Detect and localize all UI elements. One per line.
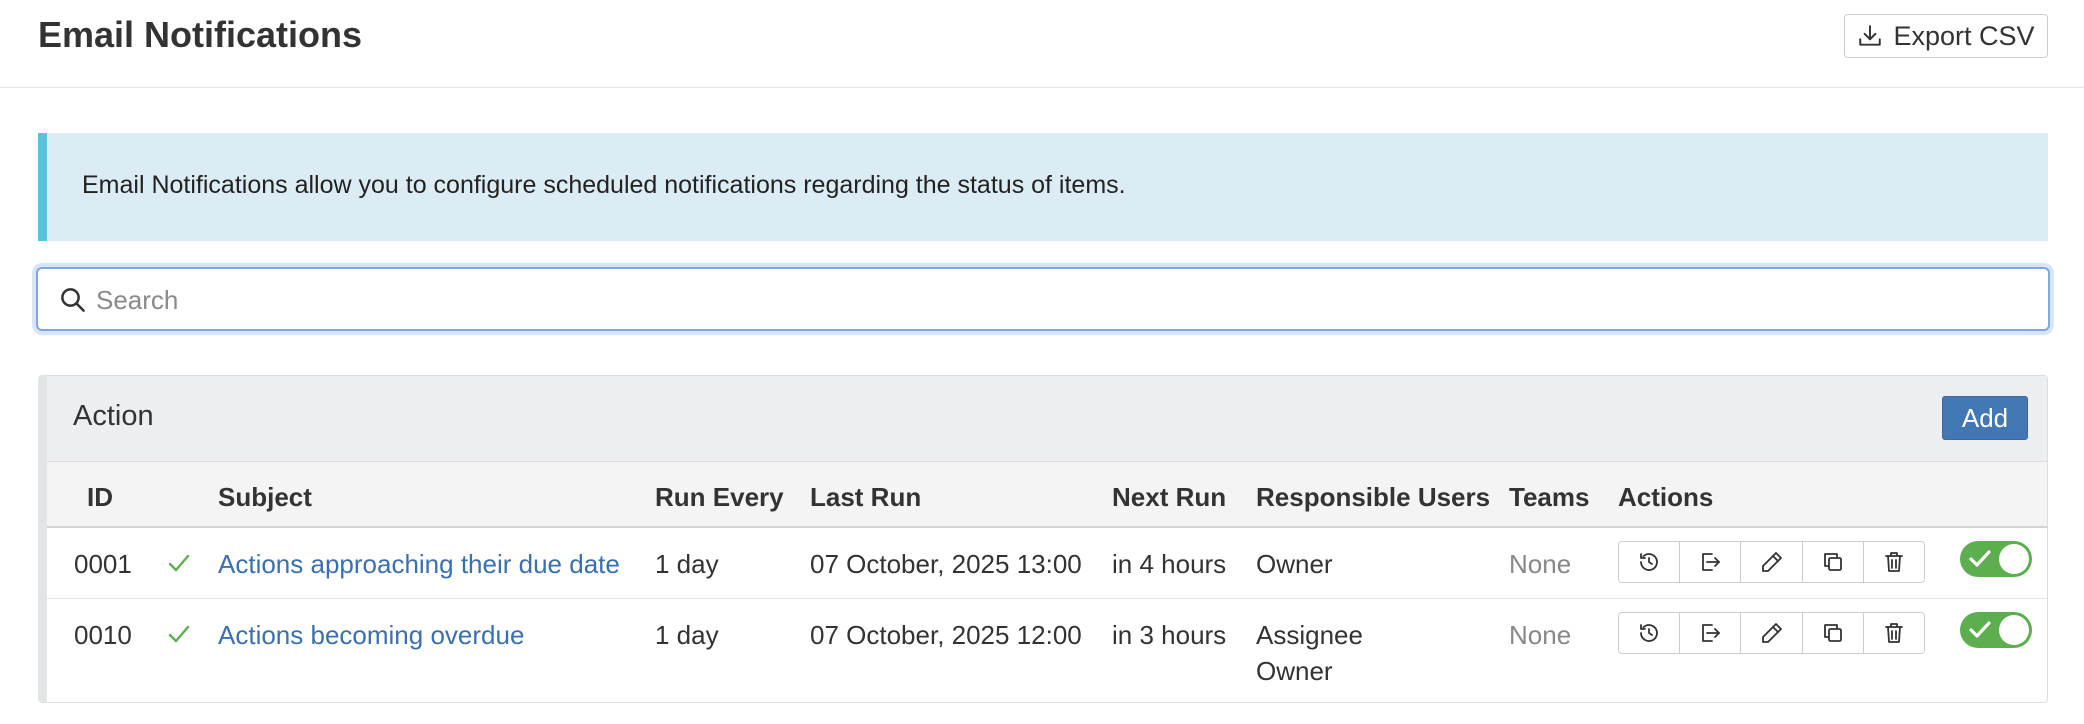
- add-button[interactable]: Add: [1942, 396, 2028, 440]
- trash-icon: [1885, 552, 1903, 572]
- column-header-subject: Subject: [218, 482, 312, 512]
- row-responsible-user: Owner: [1256, 549, 1333, 579]
- history-button[interactable]: [1619, 613, 1681, 653]
- toggle-knob: [1999, 615, 2029, 645]
- export-row-button[interactable]: [1680, 613, 1742, 653]
- duplicate-button[interactable]: [1802, 613, 1864, 653]
- enabled-toggle[interactable]: [1960, 541, 2032, 577]
- export-csv-label: Export CSV: [1893, 20, 2035, 51]
- row-actions-group: [1618, 541, 1925, 583]
- check-icon: [168, 625, 190, 643]
- pencil-icon: [1761, 623, 1782, 643]
- toggle-knob: [1999, 544, 2029, 574]
- table-header: ID Subject Run Every Last Run Next Run R…: [47, 462, 2047, 528]
- action-panel: Action Add ID Subject Run Every Last Run…: [38, 375, 2048, 703]
- column-header-actions: Actions: [1618, 482, 1714, 512]
- search-icon: [61, 288, 85, 312]
- row-id: 0001: [74, 549, 132, 579]
- export-row-button[interactable]: [1680, 542, 1742, 582]
- duplicate-button[interactable]: [1802, 542, 1864, 582]
- delete-button[interactable]: [1863, 542, 1924, 582]
- panel-title: Action: [73, 400, 154, 432]
- page-header: Email Notifications Export CSV: [0, 0, 2084, 88]
- row-id: 0010: [74, 620, 132, 650]
- row-last-run: 07 October, 2025 12:00: [810, 620, 1082, 650]
- check-icon: [1969, 621, 1991, 638]
- copy-icon: [1823, 553, 1842, 571]
- row-run-every: 1 day: [655, 549, 719, 579]
- row-last-run: 07 October, 2025 13:00: [810, 549, 1082, 579]
- row-subject-link[interactable]: Actions becoming overdue: [218, 617, 524, 653]
- info-alert-text: Email Notifications allow you to configu…: [82, 171, 1126, 199]
- history-icon: [1640, 553, 1658, 571]
- edit-button[interactable]: [1741, 542, 1803, 582]
- row-teams: None: [1509, 620, 1572, 650]
- enabled-toggle[interactable]: [1960, 612, 2032, 648]
- search-input[interactable]: [94, 279, 2028, 321]
- table-row: 0001 Actions approaching their due date …: [47, 528, 2047, 599]
- column-header-run-every: Run Every: [655, 482, 784, 512]
- row-next-run: in 3 hours: [1112, 620, 1227, 650]
- history-button[interactable]: [1619, 542, 1681, 582]
- info-alert: Email Notifications allow you to configu…: [38, 133, 2048, 241]
- log-out-icon: [1702, 624, 1721, 642]
- check-icon: [168, 554, 190, 572]
- row-actions-group: [1618, 612, 1925, 654]
- page-title: Email Notifications: [38, 14, 363, 55]
- row-run-every: 1 day: [655, 620, 719, 650]
- column-header-id: ID: [87, 482, 113, 512]
- edit-button[interactable]: [1741, 613, 1803, 653]
- row-teams: None: [1509, 549, 1572, 579]
- pencil-icon: [1761, 552, 1782, 572]
- delete-button[interactable]: [1863, 613, 1924, 653]
- copy-icon: [1823, 624, 1842, 642]
- column-header-last-run: Last Run: [810, 482, 922, 512]
- row-next-run: in 4 hours: [1112, 549, 1227, 579]
- panel-heading: Action Add: [47, 376, 2047, 462]
- column-header-teams: Teams: [1509, 482, 1590, 512]
- column-header-next-run: Next Run: [1112, 482, 1227, 512]
- trash-icon: [1885, 623, 1903, 643]
- column-header-responsible-users: Responsible Users: [1256, 482, 1491, 512]
- row-responsible-user: Assignee: [1256, 620, 1363, 650]
- search-box: [36, 267, 2050, 331]
- row-subject-link[interactable]: Actions approaching their due date: [218, 546, 620, 582]
- download-icon: [1859, 25, 1882, 46]
- export-csv-button[interactable]: Export CSV: [1844, 14, 2048, 58]
- table-row: 0010 Actions becoming overdue 1 day 07 O…: [47, 599, 2047, 703]
- check-icon: [1969, 550, 1991, 567]
- log-out-icon: [1702, 553, 1721, 571]
- row-responsible-user: Owner: [1256, 656, 1333, 686]
- history-icon: [1640, 624, 1658, 642]
